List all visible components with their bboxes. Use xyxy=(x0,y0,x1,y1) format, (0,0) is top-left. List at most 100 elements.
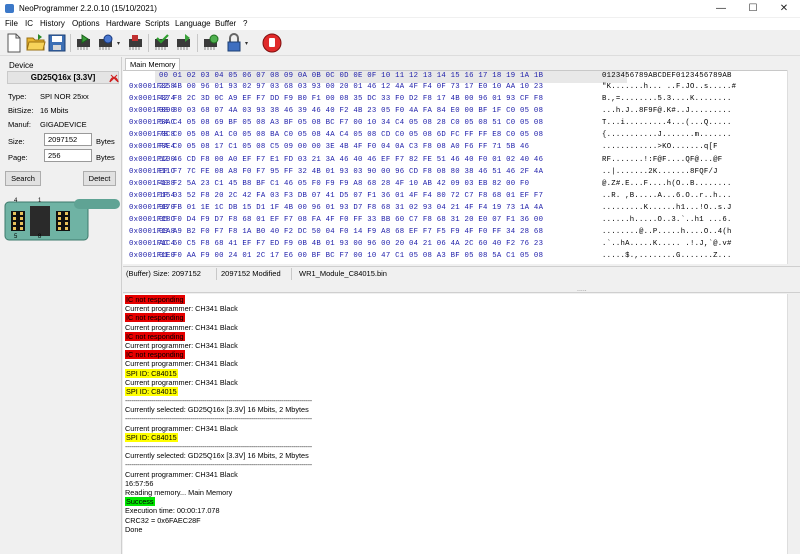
error-message: IC not responding xyxy=(125,331,185,341)
menu-scripts[interactable]: Scripts xyxy=(145,19,169,28)
device-heading: Device xyxy=(9,61,34,70)
log-line: Current programmer: CH341 Black xyxy=(125,378,312,387)
chip-verify-icon[interactable] xyxy=(152,33,172,53)
log-line: Done xyxy=(125,525,312,534)
hex-ascii: {...........J.......m....... xyxy=(602,131,732,140)
menu-language[interactable]: Language xyxy=(175,19,211,28)
hex-ascii: .`..hA.....K..... .!.J,`@.v# xyxy=(602,240,732,249)
splitter-grip[interactable]: ..... xyxy=(577,286,587,293)
log-text: Done xyxy=(125,524,143,534)
menu-file[interactable]: File xyxy=(5,19,18,28)
menu-options[interactable]: Options xyxy=(72,19,100,28)
hex-bytes: 22 4B 00 96 01 93 02 97 03 68 03 93 00 2… xyxy=(159,83,544,91)
log-line: ----------------------------------------… xyxy=(125,414,312,423)
open-folder-icon[interactable] xyxy=(26,33,46,53)
log-text: Current programmer: CH341 Black xyxy=(125,469,238,479)
hex-header-bytes: 00 01 02 03 04 05 06 07 08 09 0A 0B 0C 0… xyxy=(159,72,544,80)
hex-bytes: 52 46 CD F8 00 A0 EF F7 E1 FD 03 21 3A 4… xyxy=(159,155,544,164)
log-line: IC not responding xyxy=(125,295,312,304)
error-message: IC not responding xyxy=(125,313,185,323)
log-line: CRC32 = 0x6FAEC28F xyxy=(125,516,312,525)
error-message: IC not responding xyxy=(125,295,185,304)
hex-bytes: 7B C0 05 08 A1 C0 05 08 BA C0 05 08 4A C… xyxy=(159,131,544,140)
hex-editor[interactable]: 00 01 02 03 04 05 06 07 08 09 0A 0B 0C 0… xyxy=(123,70,787,264)
log-scrollbar[interactable] xyxy=(787,294,800,554)
lock-icon[interactable] xyxy=(224,33,244,53)
manufacturer-value: GIGADEVICE xyxy=(40,120,87,129)
minimize-button[interactable]: — xyxy=(705,0,737,17)
menu-buffer[interactable]: Buffer xyxy=(215,19,236,28)
chip-write-icon[interactable] xyxy=(126,33,146,53)
auto-program-icon[interactable] xyxy=(201,33,221,53)
log-line: Current programmer: CH341 Black xyxy=(125,470,312,479)
log-separator: ----------------------------------------… xyxy=(125,460,312,470)
success-message: Success xyxy=(125,497,155,507)
chip-read-icon[interactable] xyxy=(74,33,94,53)
hex-ascii: ......h.....O..3.`..h1 ...6. xyxy=(602,216,732,225)
log-line: Current programmer: CH341 Black xyxy=(125,424,312,433)
menu-history[interactable]: History xyxy=(40,19,65,28)
search-button[interactable]: Search xyxy=(5,171,41,186)
hex-bytes: 54 C4 05 08 69 BF 05 08 A3 BF 05 08 BC F… xyxy=(159,119,544,128)
log-text: CRC32 = 0x6FAEC28F xyxy=(125,515,201,525)
size-field[interactable] xyxy=(44,133,92,146)
panel-splitter[interactable]: ..... xyxy=(123,281,800,293)
spi-id-message: SPI ID: C84015 xyxy=(125,368,178,378)
log-line: Currently selected: GD25Q16x [3.3V] 16 M… xyxy=(125,451,312,460)
hex-bytes: 09 A9 B2 F0 F7 F8 1A B0 40 F2 DC 50 04 F… xyxy=(159,228,544,237)
type-label: Type: xyxy=(8,92,27,101)
pdf-icon[interactable] xyxy=(109,73,119,83)
hex-ascii: RF.......!:F@F....QF@...@F xyxy=(602,155,723,164)
size-label: Size: xyxy=(8,137,25,146)
log-line: Current programmer: CH341 Black xyxy=(125,323,312,332)
tab-bar: Main Memory xyxy=(123,57,800,71)
menu-hardware[interactable]: Hardware xyxy=(106,19,141,28)
log-line: ----------------------------------------… xyxy=(125,396,312,405)
close-button[interactable]: ✕ xyxy=(768,0,800,17)
bitsize-label: BitSize: xyxy=(8,106,34,115)
log-text: 16:57:56 xyxy=(125,478,154,488)
size-unit: Bytes xyxy=(96,137,115,146)
modified-count: 2097152 Modified xyxy=(221,269,281,278)
log-text: Current programmer: CH341 Black xyxy=(125,340,238,350)
log-text: Currently selected: GD25Q16x [3.3V] 16 M… xyxy=(125,405,309,415)
page-unit: Bytes xyxy=(96,153,115,162)
log-line: IC not responding xyxy=(125,331,312,341)
page-field[interactable] xyxy=(44,149,92,162)
hex-ascii: ............>KO.......q[F xyxy=(602,143,718,152)
chevron-down-icon[interactable]: ▾ xyxy=(117,40,120,47)
save-icon[interactable] xyxy=(47,33,67,53)
bitsize-value: 16 Mbits xyxy=(40,106,69,115)
hex-ascii: .........K......h1...!O..s.J xyxy=(602,203,732,212)
chip-detect-icon[interactable] xyxy=(96,33,116,53)
device-panel: Device GD25Q16x [3.3V] Type: SPI NOR 25x… xyxy=(0,57,122,554)
menu-bar: File IC History Options Hardware Scripts… xyxy=(0,18,800,30)
hex-header-ascii: 0123456789ABCDEF0123456789AB xyxy=(602,72,732,80)
log-line: Success xyxy=(125,497,312,507)
menu-help[interactable]: ? xyxy=(243,19,247,28)
buffer-size: (Buffer) Size: 2097152 xyxy=(126,269,201,278)
spi-id-message: SPI ID: C84015 xyxy=(125,432,178,442)
hex-ascii: @.Z#.E...F....h(O..B........ xyxy=(602,179,732,188)
log-text: Currently selected: GD25Q16x [3.3V] 16 M… xyxy=(125,451,309,461)
hex-ascii: ........@..P.....h....O..4(h xyxy=(602,228,732,237)
chip-name: GD25Q16x [3.3V] xyxy=(7,71,119,84)
chevron-down-icon[interactable]: ▾ xyxy=(245,40,248,47)
page-label: Page: xyxy=(8,153,28,162)
stop-icon[interactable] xyxy=(262,33,282,53)
hex-bytes: 42 F8 2C 3D 0C A9 EF F7 DD F9 B0 F1 00 0… xyxy=(159,95,544,104)
hex-bytes: 9B FB 01 1E 1C DB 15 D1 1F 4B 00 96 01 9… xyxy=(159,203,544,212)
window-title: NeoProgrammer 2.2.0.10 (15/10/2021) xyxy=(19,4,157,13)
maximize-button[interactable]: ☐ xyxy=(737,0,769,17)
log-line: SPI ID: C84015 xyxy=(125,368,312,378)
log-line: Currently selected: GD25Q16x [3.3V] 16 M… xyxy=(125,405,312,414)
log-line: IC not responding xyxy=(125,350,312,360)
chip-erase-icon[interactable] xyxy=(174,33,194,53)
menu-ic[interactable]: IC xyxy=(25,19,33,28)
spi-id-message: SPI ID: C84015 xyxy=(125,386,178,396)
new-file-icon[interactable] xyxy=(4,33,24,53)
detect-button[interactable]: Detect xyxy=(83,171,116,186)
log-panel[interactable]: IC not responding Current programmer: CH3… xyxy=(123,294,787,554)
hex-scrollbar[interactable] xyxy=(787,70,800,264)
app-icon xyxy=(5,4,14,13)
